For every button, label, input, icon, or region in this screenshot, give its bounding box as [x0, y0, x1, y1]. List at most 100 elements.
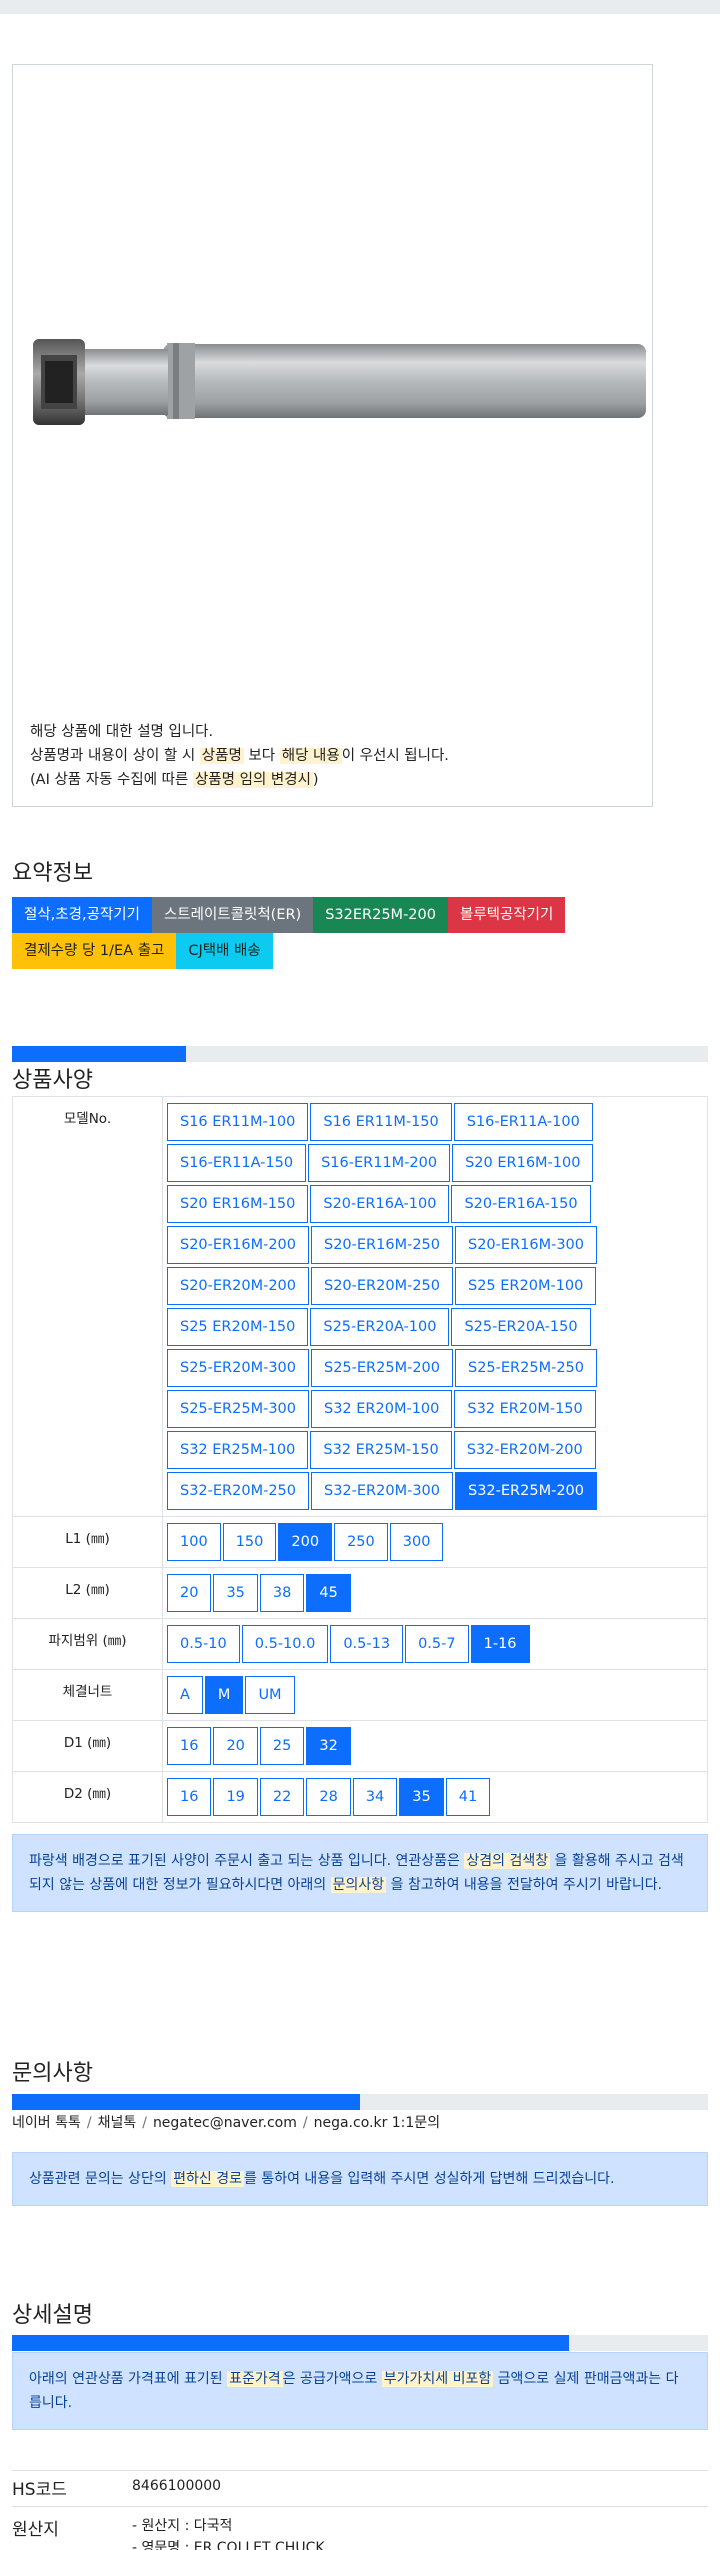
- spec-options: 0.5-10 0.5-10.0 0.5-13 0.5-7 1-16: [162, 1618, 708, 1670]
- description-text: 상품명과 내용이 상이 할 시: [30, 748, 200, 764]
- spec-option-button[interactable]: S20-ER16M-300: [455, 1226, 597, 1264]
- summary-badge: S32ER25M-200: [313, 897, 448, 933]
- hs-code-value: 8466100000: [132, 2478, 222, 2494]
- spec-option-button[interactable]: S32 ER20M-100: [311, 1390, 453, 1428]
- spec-option-button[interactable]: S25 ER20M-150: [167, 1308, 309, 1346]
- spec-option-button[interactable]: 100: [167, 1523, 221, 1561]
- spec-option-button[interactable]: S20-ER16M-250: [311, 1226, 453, 1264]
- spec-title: 상품사양: [12, 1068, 93, 1093]
- spec-option-button[interactable]: S25-ER25M-200: [311, 1349, 453, 1387]
- spec-option-button[interactable]: 16: [167, 1727, 212, 1765]
- spec-option-button[interactable]: 20: [167, 1574, 212, 1612]
- spec-option-button[interactable]: 20: [213, 1727, 258, 1765]
- spec-option-button[interactable]: S20 ER16M-150: [167, 1185, 309, 1223]
- spec-notice-highlight: 상겸의 검색창: [464, 1853, 551, 1869]
- description-highlight: 해당 내용: [279, 748, 342, 764]
- spec-option-button[interactable]: S20 ER16M-100: [452, 1144, 594, 1182]
- spec-option-button[interactable]: S25-ER20A-150: [451, 1308, 591, 1346]
- spec-row-label: 파지범위 (㎜): [12, 1618, 163, 1670]
- spec-option-button[interactable]: 38: [259, 1574, 305, 1612]
- spec-option-button[interactable]: S32-ER20M-250: [167, 1472, 309, 1510]
- spec-option-button[interactable]: S20-ER16A-150: [451, 1185, 591, 1223]
- contact-link[interactable]: 네이버 톡톡: [12, 2115, 81, 2131]
- origin-values: - 원산지 : 다국적 - 영문명 : ER COLLET CHUCK: [132, 2515, 325, 2550]
- spec-option-button[interactable]: 45: [306, 1574, 351, 1612]
- spec-row: 체결너트 A M UM: [12, 1669, 708, 1721]
- spec-row: D1 (㎜) 16 20 25 32: [12, 1720, 708, 1772]
- spec-option-button[interactable]: S25 ER20M-100: [455, 1267, 597, 1305]
- spec-option-button[interactable]: S20-ER20M-250: [311, 1267, 453, 1305]
- contact-link[interactable]: nega.co.kr 1:1문의: [314, 2115, 440, 2131]
- spec-option-button[interactable]: 34: [352, 1778, 398, 1816]
- spec-option-button[interactable]: 35: [213, 1574, 258, 1612]
- spec-progress-bar: [12, 1046, 708, 1062]
- spec-option-button[interactable]: S16 ER11M-150: [310, 1103, 452, 1141]
- spec-option-button[interactable]: 0.5-10.0: [241, 1625, 329, 1663]
- spec-option-button[interactable]: S16-ER11M-200: [308, 1144, 451, 1182]
- spec-options: A M UM: [162, 1669, 708, 1721]
- spec-option-button[interactable]: 0.5-7: [405, 1625, 469, 1663]
- spec-option-button[interactable]: S25-ER20A-100: [310, 1308, 450, 1346]
- spec-option-button[interactable]: 200: [278, 1523, 333, 1561]
- spec-option-button[interactable]: S25-ER25M-250: [455, 1349, 597, 1387]
- description-highlight: 상품명: [199, 748, 244, 764]
- spec-option-button[interactable]: S32-ER20M-300: [311, 1472, 453, 1510]
- spec-option-button[interactable]: S16-ER11A-150: [167, 1144, 307, 1182]
- contact-link[interactable]: negatec@naver.com: [153, 2115, 297, 2131]
- spec-table: 모델No. S16 ER11M-100 S16 ER11M-150 S16-ER11A…: [12, 1096, 708, 1823]
- spec-option-button[interactable]: 35: [399, 1778, 444, 1816]
- spec-option-button[interactable]: S25-ER25M-300: [167, 1390, 309, 1428]
- spec-row-label: D1 (㎜): [12, 1720, 163, 1772]
- spec-option-button[interactable]: UM: [245, 1676, 295, 1714]
- inquiry-notice-highlight: 편하신 경로: [171, 2171, 245, 2187]
- description-line: (AI 상품 자동 수집에 따른 상품명 임의 변경시): [30, 768, 449, 792]
- description-highlight: 상품명 임의 변경시: [192, 772, 313, 788]
- origin-label: 원산지: [12, 2520, 59, 2540]
- spec-option-button[interactable]: 28: [306, 1778, 351, 1816]
- summary-badges: 절삭,초경,공작기기 스트레이트콜릿척(ER) S32ER25M-200 볼루텍공작기…: [12, 897, 712, 969]
- origin-line: - 영문명 : ER COLLET CHUCK: [132, 2540, 325, 2550]
- spec-option-button[interactable]: 16: [167, 1778, 212, 1816]
- spec-option-button[interactable]: S32 ER20M-150: [454, 1390, 596, 1428]
- spec-option-button[interactable]: S25-ER20M-300: [167, 1349, 309, 1387]
- inquiry-progress-bar: [12, 2094, 708, 2110]
- spec-option-button[interactable]: 1-16: [470, 1625, 530, 1663]
- spec-option-button[interactable]: S20-ER20M-200: [167, 1267, 309, 1305]
- product-description: 해당 상품에 대한 설명 입니다. 상품명과 내용이 상이 할 시 상품명 보다 …: [30, 720, 449, 792]
- detail-notice-highlight: 표준가격: [227, 2371, 283, 2387]
- description-text: (AI 상품 자동 수집에 따른: [30, 772, 193, 788]
- contact-separator: /: [142, 2115, 147, 2131]
- spec-option-button[interactable]: 22: [259, 1778, 305, 1816]
- spec-option-button[interactable]: A: [167, 1676, 203, 1714]
- contact-links: 네이버 톡톡 / 채널톡 / negatec@naver.com / nega.co.kr …: [12, 2112, 440, 2132]
- contact-separator: /: [86, 2115, 92, 2131]
- spec-option-button[interactable]: 0.5-10: [167, 1625, 240, 1663]
- spec-notice: 파랑색 배경으로 표기된 사양이 주문시 출고 되는 상품 입니다. 연관상품은…: [12, 1834, 708, 1912]
- spec-option-button[interactable]: 25: [259, 1727, 305, 1765]
- spec-row-label: L1 (㎜): [12, 1516, 163, 1568]
- spec-option-button[interactable]: 150: [222, 1523, 277, 1561]
- spec-option-button[interactable]: S16-ER11A-100: [453, 1103, 593, 1141]
- spec-option-button[interactable]: S32 ER25M-150: [310, 1431, 452, 1469]
- spec-option-button[interactable]: 19: [213, 1778, 258, 1816]
- spec-option-button[interactable]: S16 ER11M-100: [167, 1103, 309, 1141]
- spec-options: 16 20 25 32: [162, 1720, 708, 1772]
- contact-separator: /: [302, 2115, 308, 2131]
- spec-option-button[interactable]: M: [204, 1676, 244, 1714]
- spec-option-button[interactable]: 0.5-13: [330, 1625, 404, 1663]
- spec-option-button[interactable]: 32: [306, 1727, 351, 1765]
- spec-option-button[interactable]: 250: [334, 1523, 388, 1561]
- spec-row: L2 (㎜) 20 35 38 45: [12, 1567, 708, 1619]
- spec-option-button[interactable]: S32-ER20M-200: [453, 1431, 596, 1469]
- contact-link[interactable]: 채널톡: [98, 2115, 137, 2131]
- spec-option-button[interactable]: S32 ER25M-100: [167, 1431, 309, 1469]
- spec-option-button[interactable]: S32-ER25M-200: [455, 1472, 597, 1510]
- spec-row: 모델No. S16 ER11M-100 S16 ER11M-150 S16-ER11A…: [12, 1096, 708, 1517]
- description-line: 해당 상품에 대한 설명 입니다.: [30, 720, 449, 744]
- inquiry-notice-text: 를 통하여 내용을 입력해 주시면 성실하게 답변해 드리겠습니다.: [244, 2171, 615, 2187]
- spec-option-button[interactable]: 41: [445, 1778, 491, 1816]
- spec-option-button[interactable]: S20-ER16M-200: [167, 1226, 309, 1264]
- top-bar: [0, 0, 720, 14]
- spec-option-button[interactable]: S20-ER16A-100: [310, 1185, 450, 1223]
- spec-option-button[interactable]: 300: [389, 1523, 444, 1561]
